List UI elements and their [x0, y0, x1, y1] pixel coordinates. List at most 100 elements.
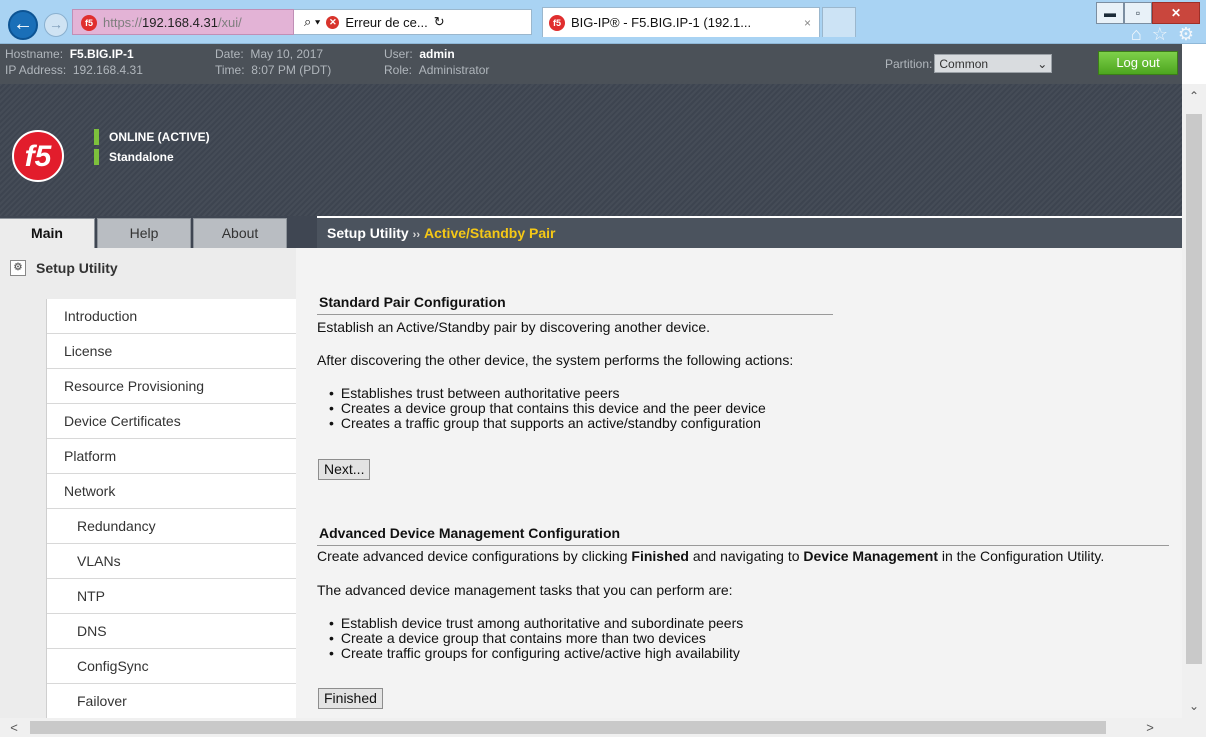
breadcrumb-current: Active/Standby Pair: [424, 225, 556, 241]
maximize-button[interactable]: ▫: [1124, 2, 1152, 24]
partition-selector: Partition: Common ⌄: [885, 54, 1053, 73]
role-value: Administrator: [418, 63, 490, 77]
sidebar-item-platform[interactable]: Platform: [47, 439, 296, 474]
sidebar-title[interactable]: ⚙ Setup Utility: [10, 260, 118, 276]
partition-select[interactable]: Common ⌄: [934, 54, 1053, 73]
advanced-config-tasks: Establish device trust among authoritati…: [329, 616, 743, 661]
ip-label: IP Address:: [5, 63, 67, 77]
user-label: User:: [384, 47, 413, 61]
sidebar-item-resource-provisioning[interactable]: Resource Provisioning: [47, 369, 296, 404]
standard-pair-actions: Establishes trust between authoritative …: [329, 386, 766, 431]
sidebar-item-vlans[interactable]: VLANs: [47, 544, 296, 579]
status-mode: Standalone: [94, 149, 174, 165]
vertical-scroll-thumb[interactable]: [1186, 114, 1202, 664]
url-host: 192.168.4.31: [142, 14, 218, 30]
intro-emphasis-device-management: Device Management: [803, 548, 938, 564]
f5-favicon-icon: f5: [81, 15, 97, 31]
breadcrumb-root[interactable]: Setup Utility: [327, 225, 409, 241]
next-button[interactable]: Next...: [318, 459, 371, 480]
system-info-bar: Hostname: F5.BIG.IP-1 IP Address: 192.16…: [0, 44, 1182, 84]
scroll-up-icon[interactable]: ⌃: [1182, 84, 1206, 108]
finished-button[interactable]: Finished: [318, 688, 383, 709]
sidebar-item-device-certificates[interactable]: Device Certificates: [47, 404, 296, 439]
close-window-button[interactable]: ✕: [1152, 2, 1200, 24]
list-item: Establish device trust among authoritati…: [329, 616, 743, 631]
section-divider: [317, 314, 833, 315]
standard-pair-intro: Establish an Active/Standby pair by disc…: [317, 319, 711, 335]
intro-text: in the Configuration Utility.: [938, 548, 1105, 564]
main-content: Standard Pair Configuration Establish an…: [296, 248, 1182, 718]
url-path: /xui/: [217, 14, 242, 30]
main-tabs: Main Help About: [0, 216, 296, 248]
url-field[interactable]: f5 https://192.168.4.31/xui/: [72, 9, 294, 35]
horizontal-scrollbar[interactable]: < >: [0, 718, 1206, 737]
status-banner: f5 ONLINE (ACTIVE) Standalone: [0, 84, 1182, 216]
star-icon[interactable]: ☆: [1152, 24, 1168, 45]
intro-emphasis-finished: Finished: [631, 548, 689, 564]
search-dropdown-icon[interactable]: ⌕ ▾: [304, 14, 320, 30]
back-button[interactable]: ←: [8, 10, 38, 40]
browser-tab-active[interactable]: f5 BIG-IP® - F5.BIG.IP-1 (192.1... ×: [542, 7, 820, 37]
list-item: Creates a device group that contains thi…: [329, 401, 766, 416]
sidebar-item-dns[interactable]: DNS: [47, 614, 296, 649]
breadcrumb-gap: [296, 216, 317, 248]
sidebar-item-introduction[interactable]: Introduction: [47, 299, 296, 334]
gear-icon[interactable]: ⚙: [1178, 24, 1194, 45]
partition-label: Partition:: [885, 56, 933, 71]
logout-button[interactable]: Log out: [1098, 51, 1178, 75]
sidebar-item-failover[interactable]: Failover: [47, 684, 296, 719]
list-item: Create traffic groups for configuring ac…: [329, 646, 743, 661]
home-icon[interactable]: ⌂: [1131, 24, 1142, 45]
user-info: User: admin Role: Administrator: [384, 46, 489, 78]
status-online: ONLINE (ACTIVE): [94, 129, 210, 145]
list-item: Create a device group that contains more…: [329, 631, 743, 646]
refresh-icon[interactable]: ↻: [434, 14, 445, 30]
date-label: Date:: [215, 47, 244, 61]
sidebar-item-configsync[interactable]: ConfigSync: [47, 649, 296, 684]
sidebar-item-redundancy[interactable]: Redundancy: [47, 509, 296, 544]
chevron-down-icon: ⌄: [1037, 56, 1048, 71]
scroll-down-icon[interactable]: ⌄: [1182, 694, 1206, 718]
tab-main[interactable]: Main: [0, 218, 95, 248]
breadcrumb: Setup Utility ›› Active/Standby Pair: [317, 218, 1182, 248]
standard-pair-lead: After discovering the other device, the …: [317, 352, 794, 368]
hostname-value: F5.BIG.IP-1: [69, 47, 134, 61]
ip-value: 192.168.4.31: [72, 63, 143, 77]
url-scheme: https://: [103, 14, 143, 30]
advanced-config-title: Advanced Device Management Configuration: [319, 525, 621, 541]
vertical-scrollbar[interactable]: ⌃ ⌄: [1182, 84, 1206, 718]
browser-tab-title: BIG-IP® - F5.BIG.IP-1 (192.1...: [571, 15, 752, 30]
tab-close-icon[interactable]: ×: [804, 16, 811, 30]
sidebar-item-license[interactable]: License: [47, 334, 296, 369]
intro-text: and navigating to: [688, 548, 804, 564]
breadcrumb-separator: ››: [412, 229, 420, 241]
browser-toolbar-icons: ⌂ ☆ ⚙: [1131, 24, 1194, 45]
scroll-right-icon[interactable]: >: [1140, 718, 1160, 737]
new-tab-button[interactable]: [822, 7, 856, 37]
sidebar-item-network[interactable]: Network: [47, 474, 296, 509]
f5-favicon-icon: f5: [549, 14, 565, 31]
window-controls: ▬ ▫ ✕: [1096, 2, 1200, 24]
list-item: Creates a traffic group that supports an…: [329, 416, 766, 431]
date-info: Date: May 10, 2017 Time: 8:07 PM (PDT): [215, 46, 331, 78]
partition-value: Common: [939, 56, 989, 71]
certificate-error-label[interactable]: Erreur de ce...: [345, 15, 427, 30]
address-bar[interactable]: f5 https://192.168.4.31/xui/ ⌕ ▾ ✕ Erreu…: [72, 9, 532, 35]
f5-logo: f5: [12, 130, 64, 182]
advanced-config-lead: The advanced device management tasks tha…: [317, 582, 733, 598]
time-label: Time:: [215, 63, 245, 77]
sidebar-item-ntp[interactable]: NTP: [47, 579, 296, 614]
host-info: Hostname: F5.BIG.IP-1 IP Address: 192.16…: [5, 46, 143, 78]
time-value: 8:07 PM (PDT): [251, 63, 332, 77]
hostname-label: Hostname:: [5, 47, 64, 61]
setup-utility-icon: ⚙: [10, 260, 26, 276]
forward-button[interactable]: →: [44, 13, 68, 37]
horizontal-scroll-thumb[interactable]: [30, 721, 1106, 734]
minimize-button[interactable]: ▬: [1096, 2, 1124, 24]
tab-help[interactable]: Help: [97, 218, 191, 248]
tab-about[interactable]: About: [193, 218, 287, 248]
address-tools: ⌕ ▾ ✕ Erreur de ce... ↻: [294, 9, 532, 35]
scroll-left-icon[interactable]: <: [4, 718, 24, 737]
date-value: May 10, 2017: [250, 47, 324, 61]
certificate-error-icon[interactable]: ✕: [326, 15, 340, 29]
